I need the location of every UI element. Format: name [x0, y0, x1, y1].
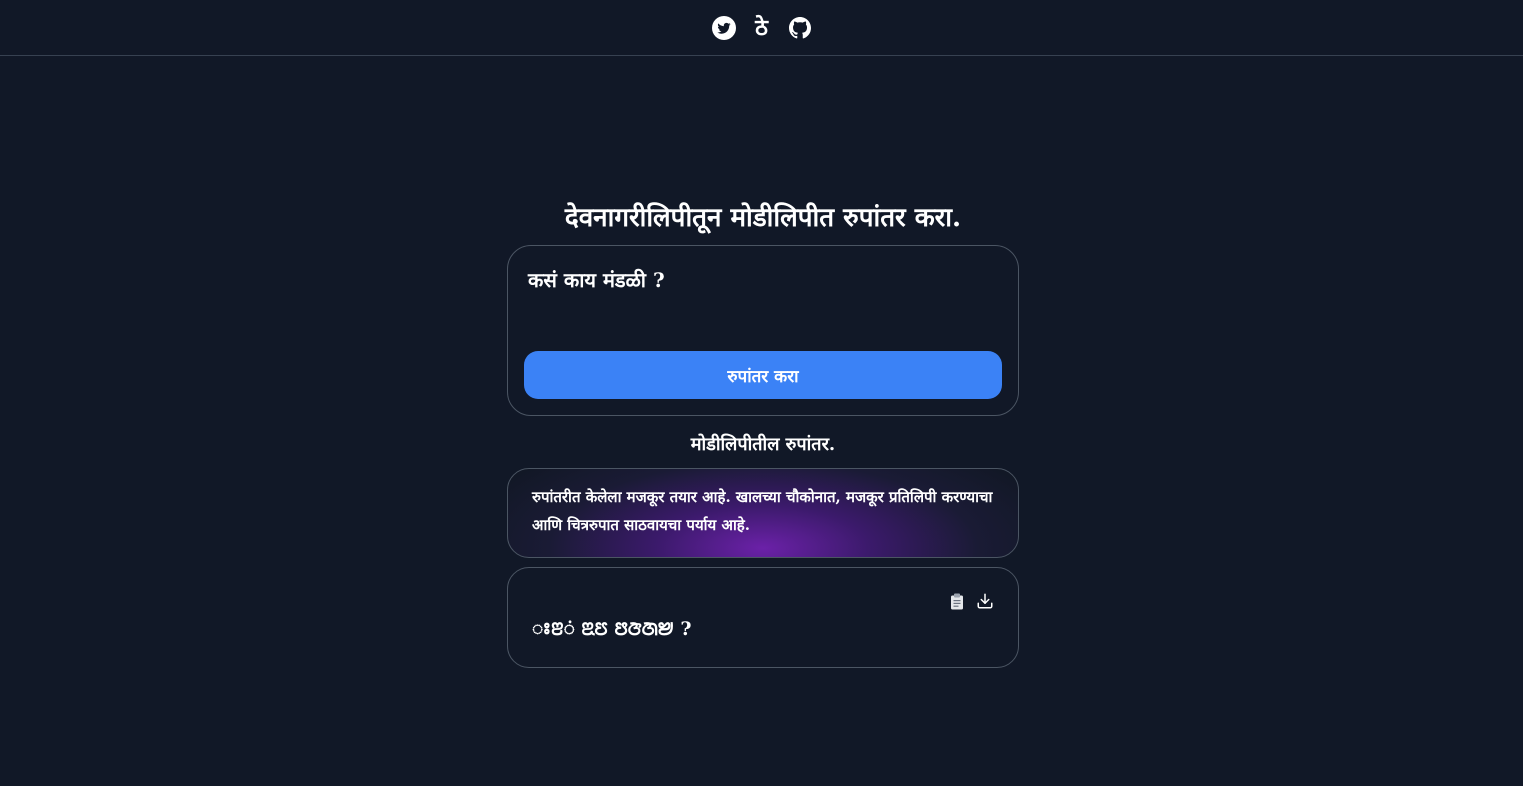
output-card: ꢁꢂं ꢃꢄ ꢅꢆꢇꢈ ?: [507, 567, 1019, 668]
devanagari-input[interactable]: कसं काय मंडळी ?: [524, 266, 1002, 336]
output-actions: [948, 592, 994, 610]
convert-button[interactable]: रुपांतर करा: [524, 351, 1002, 399]
twitter-icon[interactable]: [711, 15, 737, 41]
converter-panel: देवनागरीलिपीतून मोडीलिपीत रुपांतर करा. क…: [507, 196, 1019, 668]
logo-icon[interactable]: ठे: [749, 15, 775, 41]
modi-output-text: ꢁꢂं ꢃꢄ ꢅꢆꢇꢈ ?: [532, 618, 692, 640]
top-nav: ठे: [0, 0, 1523, 56]
download-icon[interactable]: [976, 592, 994, 610]
notice-text: रुपांतरीत केलेला मजकूर तयार आहे. खालच्या…: [532, 488, 993, 534]
input-card: कसं काय मंडळी ? रुपांतर करा: [507, 245, 1019, 416]
page-title: देवनागरीलिपीतून मोडीलिपीत रुपांतर करा.: [564, 203, 962, 233]
notice-card: रुपांतरीत केलेला मजकूर तयार आहे. खालच्या…: [507, 468, 1019, 558]
clipboard-icon[interactable]: [948, 592, 966, 610]
logo-glyph: ठे: [755, 14, 768, 41]
github-icon[interactable]: [787, 15, 813, 41]
output-heading: मोडीलिपीतील रुपांतर.: [690, 434, 836, 455]
